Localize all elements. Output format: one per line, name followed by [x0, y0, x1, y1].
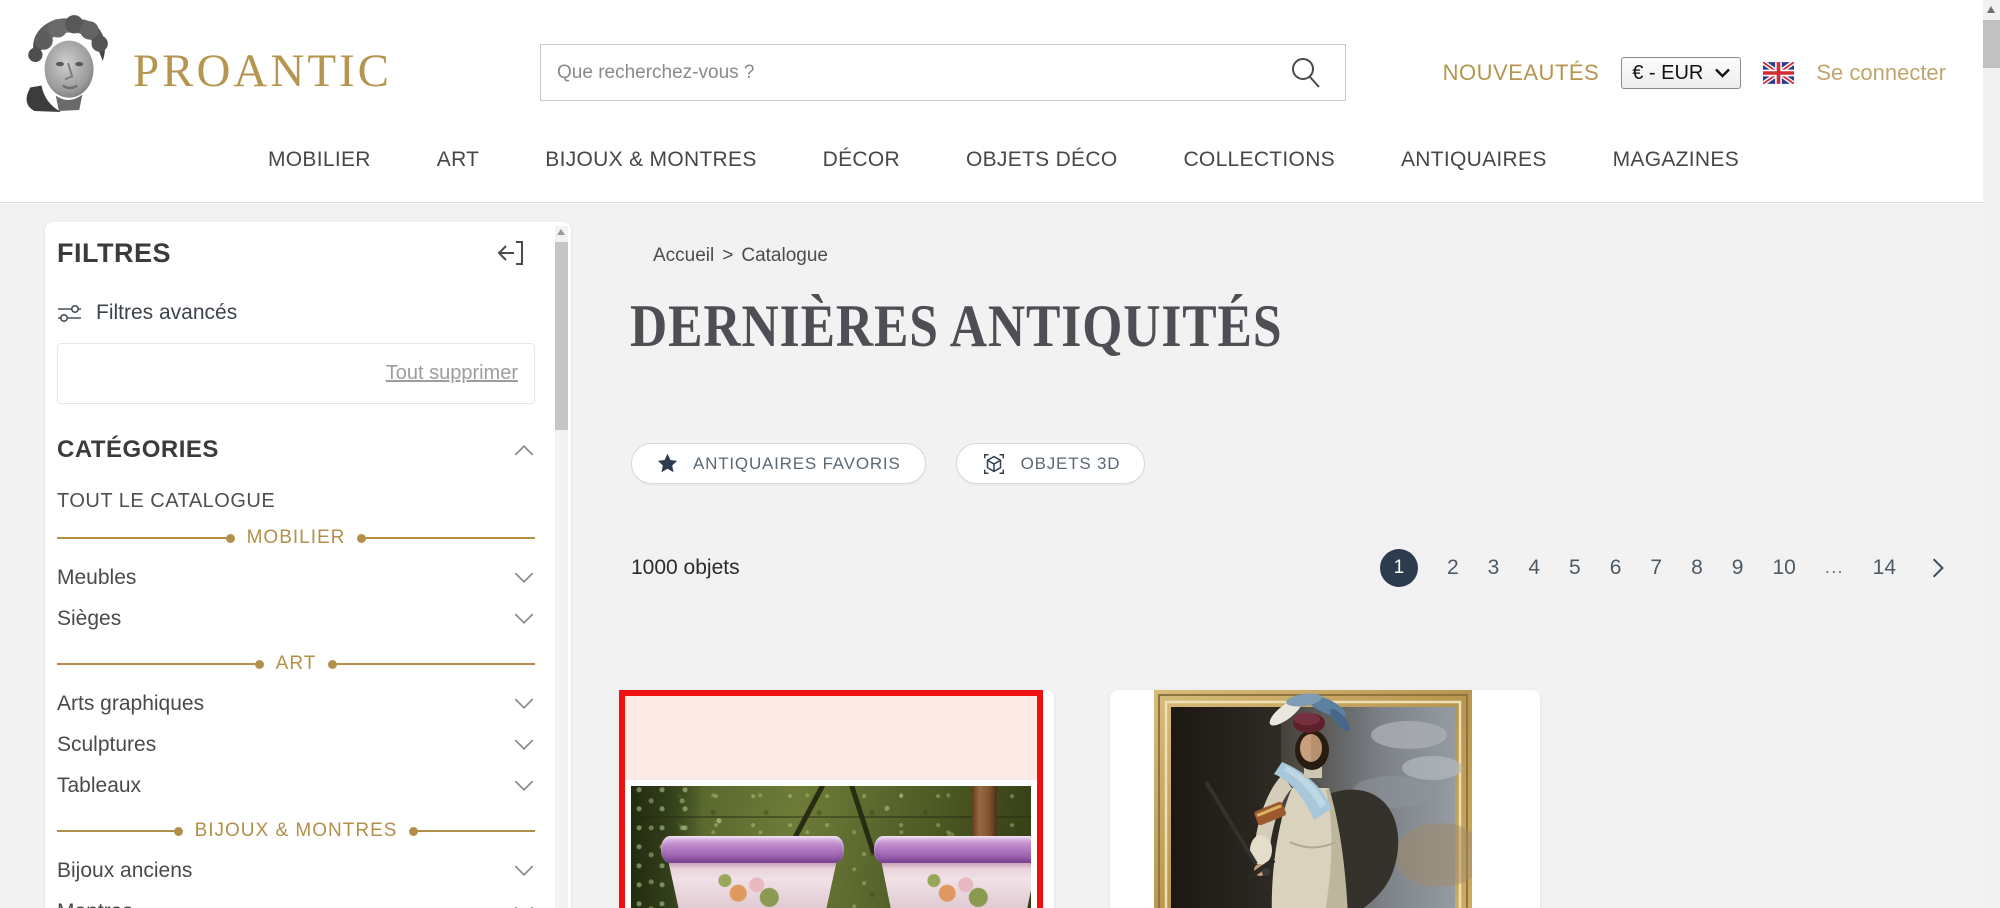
- page-10[interactable]: 10: [1772, 556, 1795, 580]
- sidebar-item-sieges[interactable]: Sièges: [57, 598, 535, 639]
- product-card-portrait[interactable]: [1110, 690, 1540, 908]
- highlight-red-frame: [619, 690, 1043, 908]
- header-right: NOUVEAUTÉS € - EUR Se connecter: [1443, 57, 1946, 89]
- product-image-portrait: [1154, 690, 1472, 908]
- categories-title: CATÉGORIES: [57, 436, 219, 464]
- pagination-ellipsis: ...: [1825, 557, 1844, 579]
- all-catalog-link[interactable]: TOUT LE CATALOGUE: [57, 490, 535, 513]
- chevron-up-icon: [513, 444, 535, 457]
- star-icon: [656, 452, 679, 475]
- results-pagination-row: 1000 objets 1 2 3 4 5 6 7 8 9 10 ... 14: [631, 546, 1945, 590]
- chevron-down-icon: [513, 697, 535, 710]
- nav-art[interactable]: ART: [437, 148, 480, 172]
- results-count: 1000 objets: [631, 556, 740, 580]
- page-2[interactable]: 2: [1447, 556, 1459, 580]
- nav-decor[interactable]: DÉCOR: [823, 148, 900, 172]
- advanced-filters-button[interactable]: Filtres avancés: [57, 301, 535, 325]
- breadcrumb: Accueil > Catalogue: [653, 245, 828, 267]
- product-image-pots: [631, 786, 1031, 908]
- login-link[interactable]: Se connecter: [1816, 60, 1946, 86]
- product-card-pots-roses[interactable]: [619, 690, 1054, 908]
- cube-3d-icon: [981, 451, 1007, 477]
- page-5[interactable]: 5: [1569, 556, 1581, 580]
- brand-name[interactable]: PROANTIC: [133, 44, 392, 98]
- search-box: [540, 44, 1346, 101]
- currency-value: € - EUR: [1632, 62, 1703, 85]
- next-page-icon[interactable]: [1931, 557, 1945, 579]
- product-grid: [619, 690, 1983, 908]
- sidebar-item-meubles[interactable]: Meubles: [57, 557, 535, 598]
- page-14[interactable]: 14: [1873, 556, 1896, 580]
- catalog-main: Accueil > Catalogue DERNIÈRES ANTIQUITÉS…: [619, 204, 1983, 908]
- search-icon[interactable]: [1288, 55, 1324, 91]
- chevron-down-icon: [1715, 68, 1730, 78]
- nav-antiquaires[interactable]: ANTIQUAIRES: [1401, 148, 1547, 172]
- sidebar-item-montres[interactable]: Montres: [57, 891, 535, 908]
- chevron-down-icon: [513, 571, 535, 584]
- group-label-mobilier: MOBILIER: [235, 527, 358, 549]
- pagination: 1 2 3 4 5 6 7 8 9 10 ... 14: [1380, 549, 1945, 587]
- page-8[interactable]: 8: [1691, 556, 1703, 580]
- scroll-up-arrow-icon[interactable]: [1987, 6, 1995, 13]
- product-image-pink-area: [625, 696, 1037, 780]
- group-label-art: ART: [264, 653, 329, 675]
- chevron-down-icon: [513, 612, 535, 625]
- nav-objets-deco[interactable]: OBJETS DÉCO: [966, 148, 1118, 172]
- antiquaires-favoris-button[interactable]: ANTIQUAIRES FAVORIS: [631, 443, 926, 484]
- proantic-catalog-page: PROANTIC NOUVEAUTÉS € - EUR: [0, 0, 2000, 908]
- clear-all-filters-link[interactable]: Tout supprimer: [386, 362, 518, 385]
- active-filters-box: Tout supprimer: [57, 343, 535, 404]
- divider-mobilier: MOBILIER: [57, 519, 535, 557]
- scrollbar-thumb[interactable]: [1983, 20, 2000, 68]
- page-4[interactable]: 4: [1528, 556, 1540, 580]
- divider-bijoux-montres: BIJOUX & MONTRES: [57, 812, 535, 850]
- breadcrumb-separator: >: [722, 245, 733, 267]
- sidebar-item-sculptures[interactable]: Sculptures: [57, 724, 535, 765]
- sliders-icon: [57, 303, 82, 324]
- page-6[interactable]: 6: [1610, 556, 1622, 580]
- filters-sidebar: FILTRES Filtres avancés Tout supprimer C…: [45, 222, 571, 908]
- sidebar-item-tableaux[interactable]: Tableaux: [57, 765, 535, 806]
- breadcrumb-current[interactable]: Catalogue: [741, 245, 828, 267]
- main-nav: MOBILIER ART BIJOUX & MONTRES DÉCOR OBJE…: [268, 148, 1739, 172]
- uk-flag-icon[interactable]: [1763, 62, 1794, 84]
- divider-art: ART: [57, 645, 535, 683]
- chevron-down-icon: [513, 738, 535, 751]
- chevron-down-icon: [513, 864, 535, 877]
- page-title: DERNIÈRES ANTIQUITÉS: [630, 292, 1282, 361]
- nav-mobilier[interactable]: MOBILIER: [268, 148, 371, 172]
- nav-bijoux-montres[interactable]: BIJOUX & MONTRES: [545, 148, 756, 172]
- page-9[interactable]: 9: [1732, 556, 1744, 580]
- content-area: FILTRES Filtres avancés Tout supprimer C…: [0, 204, 2000, 908]
- page-1-current[interactable]: 1: [1380, 549, 1418, 587]
- search-input[interactable]: [540, 44, 1346, 101]
- sidebar-item-arts-graphiques[interactable]: Arts graphiques: [57, 683, 535, 724]
- site-header: PROANTIC NOUVEAUTÉS € - EUR: [0, 0, 2000, 203]
- page-scrollbar[interactable]: [1983, 0, 2000, 908]
- breadcrumb-home[interactable]: Accueil: [653, 245, 714, 267]
- chevron-down-icon: [513, 779, 535, 792]
- objets-3d-button[interactable]: OBJETS 3D: [956, 443, 1146, 484]
- nav-magazines[interactable]: MAGAZINES: [1613, 148, 1739, 172]
- sidebar-item-bijoux-anciens[interactable]: Bijoux anciens: [57, 850, 535, 891]
- advanced-filters-label: Filtres avancés: [96, 301, 237, 325]
- currency-select[interactable]: € - EUR: [1621, 57, 1741, 89]
- categories-header[interactable]: CATÉGORIES: [57, 436, 535, 464]
- filters-title: FILTRES: [57, 238, 535, 269]
- nav-collections[interactable]: COLLECTIONS: [1183, 148, 1335, 172]
- page-7[interactable]: 7: [1650, 556, 1662, 580]
- sidebar-scrollbar[interactable]: [555, 226, 568, 908]
- page-3[interactable]: 3: [1488, 556, 1500, 580]
- group-label-bijoux-montres: BIJOUX & MONTRES: [183, 820, 410, 842]
- nouveautes-link[interactable]: NOUVEAUTÉS: [1443, 60, 1600, 86]
- action-buttons: ANTIQUAIRES FAVORIS OBJETS 3D: [631, 443, 1145, 484]
- logo-sculpture-head-icon[interactable]: [15, 10, 117, 112]
